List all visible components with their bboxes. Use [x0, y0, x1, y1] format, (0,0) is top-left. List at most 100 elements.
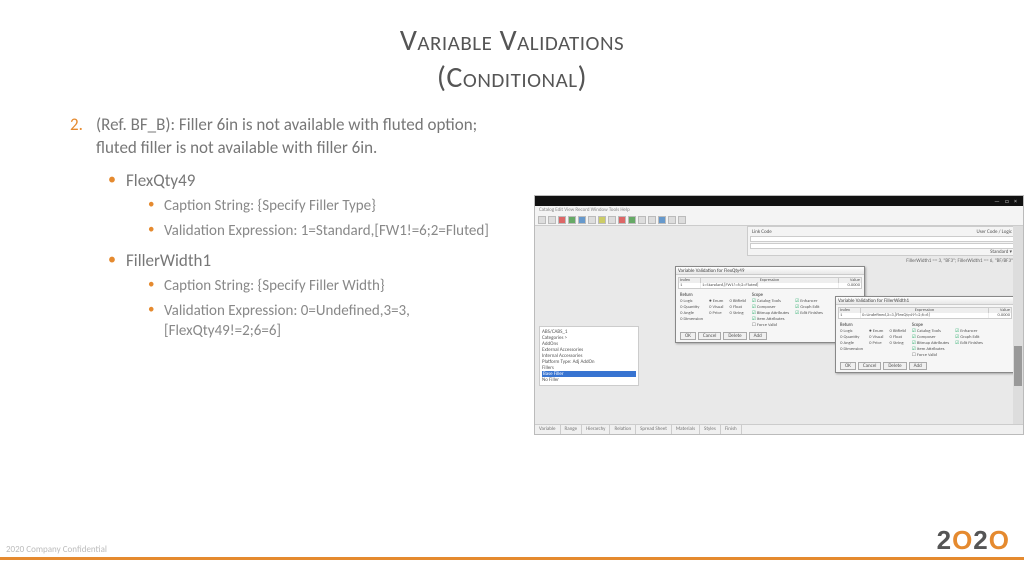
radio-float[interactable]: Float — [889, 335, 905, 340]
check-item-attr[interactable]: Item Attributes — [912, 347, 949, 352]
label-user-code: User Code / Logic — [977, 229, 1013, 235]
validation-expr: Validation Expression: 0=Undefined,3=3,[… — [164, 302, 520, 341]
radio-quantity[interactable]: Quantity — [840, 335, 863, 340]
bullet-level-1: FlexQty49 Caption String: {Specify Fille… — [96, 170, 520, 342]
radio-logic[interactable]: Logic — [840, 329, 863, 334]
check-catalog[interactable]: Catalog Tools — [752, 299, 789, 304]
check-enhancer[interactable]: Enhancer — [795, 299, 823, 304]
cancel-button[interactable]: Cancel — [698, 332, 721, 340]
check-force-valid[interactable]: Force Valid — [752, 323, 789, 328]
radio-visual[interactable]: Visual — [709, 305, 723, 310]
radio-float[interactable]: Float — [729, 305, 745, 310]
options: Return Logic Quantity Angle Dimension En… — [836, 321, 1014, 360]
dialog-buttons: OK Cancel Delete Add — [836, 360, 1014, 372]
grid[interactable]: IndexExpressionValue 11=Standard,[FW1!=6… — [678, 277, 862, 289]
radio-visual[interactable]: Visual — [869, 335, 883, 340]
validation-expr: Validation Expression: 1=Standard,[FW1!=… — [164, 222, 520, 242]
scrollbar-thumb[interactable] — [1014, 346, 1022, 386]
check-item-attr[interactable]: Item Attributes — [752, 317, 789, 322]
menubar[interactable]: Catalog Edit View Record Window Tools He… — [535, 206, 1023, 214]
check-catalog[interactable]: Catalog Tools — [912, 329, 949, 334]
check-force-valid[interactable]: Force Valid — [912, 353, 949, 358]
check-bitmap[interactable]: Bitmap Attributes — [752, 311, 789, 316]
bullet-label: FlexQty49 — [126, 170, 195, 191]
add-button[interactable]: Add — [749, 332, 767, 340]
check-edit-finishes[interactable]: Edit Finishes — [795, 311, 823, 316]
bullet-flexqty: FlexQty49 Caption String: {Specify Fille… — [126, 170, 520, 242]
grid[interactable]: IndexExpressionValue 10=Undefined,3=3,[F… — [838, 307, 1012, 319]
dialog-title: Variable Validation for FillerWidth1 — [836, 297, 1014, 305]
radio-enum[interactable]: Enum — [869, 329, 883, 334]
dropdown-standard[interactable]: Standard ▾ — [990, 249, 1012, 255]
app-window: — □ × Catalog Edit View Record Window To… — [534, 195, 1024, 435]
group-scope: Scope — [752, 293, 789, 298]
radio-angle[interactable]: Angle — [680, 311, 703, 316]
radio-dimension[interactable]: Dimension — [680, 317, 703, 322]
add-button[interactable]: Add — [909, 362, 927, 370]
check-enhancer[interactable]: Enhancer — [955, 329, 983, 334]
item-text: (Ref. BF_B): Filler 6in is not available… — [96, 114, 520, 160]
bullet-level-2: Caption String: {Specify Filler Width} V… — [126, 277, 520, 342]
logo-2020: 2O2O — [937, 525, 1010, 556]
check-bitmap[interactable]: Bitmap Attributes — [912, 341, 949, 346]
caption-string: Caption String: {Specify Filler Width} — [164, 277, 520, 297]
caption-string: Caption String: {Specify Filler Type} — [164, 197, 520, 217]
tab-relation[interactable]: Relation — [610, 425, 636, 434]
delete-button[interactable]: Delete — [883, 362, 906, 370]
radio-price[interactable]: Price — [869, 341, 883, 346]
group-return: Return — [840, 323, 863, 328]
check-composer[interactable]: Composer — [912, 335, 949, 340]
dialog-fillerwidth: Variable Validation for FillerWidth1 Ind… — [835, 296, 1015, 373]
title-line-1: Variable Validations — [0, 22, 1024, 59]
label-link-code: Link Code — [752, 229, 772, 235]
breadcrumb-expr: FillerWidth1 == 3, "BF3"; FillerWidth1 =… — [906, 258, 1013, 264]
bottom-tabs[interactable]: Variable Range Hierarchy Relation Spread… — [535, 424, 1023, 434]
radio-string[interactable]: String — [729, 311, 745, 316]
radio-angle[interactable]: Angle — [840, 341, 863, 346]
input-row[interactable] — [750, 236, 1014, 242]
check-composer[interactable]: Composer — [752, 305, 789, 310]
radio-string[interactable]: String — [889, 341, 905, 346]
bullet-fillerwidth: FillerWidth1 Caption String: {Specify Fi… — [126, 250, 520, 342]
dialog-title: Variable Validation for FlexQty49 — [676, 267, 864, 275]
radio-price[interactable]: Price — [709, 311, 723, 316]
bullet-level-2: Caption String: {Specify Filler Type} Va… — [126, 197, 520, 242]
radio-bitfield[interactable]: Bitfield — [889, 329, 905, 334]
cancel-button[interactable]: Cancel — [858, 362, 881, 370]
tree-node[interactable]: No Filler — [542, 377, 636, 383]
slide-footer: 2020 Company Confidential 2O2O — [0, 546, 1024, 576]
titlebar: — □ × — [535, 196, 1023, 206]
delete-button[interactable]: Delete — [723, 332, 746, 340]
group-scope: Scope — [912, 323, 949, 328]
item-number: 2. — [70, 114, 96, 160]
confidential-label: 2020 Company Confidential — [6, 544, 107, 555]
ok-button[interactable]: OK — [680, 332, 696, 340]
tab-styles[interactable]: Styles — [700, 425, 721, 434]
tab-spreadsheet[interactable]: Spread Sheet — [636, 425, 672, 434]
tree-panel[interactable]: ABS/CABS_1 Categories > AddOns External … — [539, 326, 639, 386]
scrollbar[interactable] — [1013, 226, 1023, 424]
title-line-2: (Conditional) — [0, 59, 1024, 96]
check-graph-edit[interactable]: Graph Edit — [795, 305, 823, 310]
window-buttons[interactable]: — □ × — [994, 197, 1019, 205]
accent-bar — [0, 557, 1024, 560]
radio-enum[interactable]: Enum — [709, 299, 723, 304]
check-edit-finishes[interactable]: Edit Finishes — [955, 341, 983, 346]
screenshot-figure: — □ × Catalog Edit View Record Window To… — [534, 195, 1024, 435]
tab-hierarchy[interactable]: Hierarchy — [582, 425, 610, 434]
radio-bitfield[interactable]: Bitfield — [729, 299, 745, 304]
check-graph-edit[interactable]: Graph Edit — [955, 335, 983, 340]
radio-dimension[interactable]: Dimension — [840, 347, 863, 352]
radio-logic[interactable]: Logic — [680, 299, 703, 304]
text-column: 2. (Ref. BF_B): Filler 6in is not availa… — [0, 114, 520, 349]
tab-range[interactable]: Range — [561, 425, 583, 434]
link-code-panel: Link Code User Code / Logic Standard ▾ — [747, 226, 1017, 256]
toolbar[interactable] — [535, 214, 1023, 226]
bullet-label: FillerWidth1 — [126, 250, 211, 271]
ok-button[interactable]: OK — [840, 362, 856, 370]
tab-finish[interactable]: Finish — [721, 425, 742, 434]
slide-title: Variable Validations (Conditional) — [0, 0, 1024, 96]
tab-materials[interactable]: Materials — [672, 425, 700, 434]
tab-variable[interactable]: Variable — [535, 425, 561, 434]
radio-quantity[interactable]: Quantity — [680, 305, 703, 310]
